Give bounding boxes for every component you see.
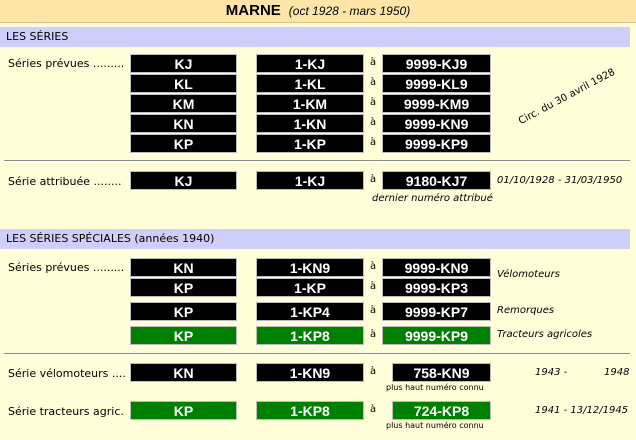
serie-attribuee-label: Série attribuée ........: [8, 175, 122, 188]
attribuee-dates: 01/10/1928 - 31/03/1950: [497, 175, 623, 186]
velomoteurs-note: Vélomoteurs: [497, 269, 560, 280]
title-dates: (oct 1928 - mars 1950): [288, 4, 411, 18]
a-label: à: [370, 404, 377, 415]
divider: [4, 160, 630, 162]
velo-date-end: 1948: [604, 367, 630, 378]
plate-serie: KP: [130, 134, 237, 153]
plate-serie: KL: [130, 74, 237, 93]
a-label: à: [370, 77, 377, 88]
series-prevues-label: Séries prévues .........: [8, 57, 125, 70]
a-label: à: [370, 57, 377, 68]
plate-serie: KP: [130, 401, 237, 420]
plate-to: 9999-KN9: [382, 258, 491, 277]
plate-from: 1-KP: [256, 134, 364, 153]
a-label: à: [370, 261, 377, 272]
divider: [4, 353, 630, 355]
plate-from: 1-KN9: [256, 363, 364, 382]
plate-serie: KM: [130, 94, 237, 113]
plate-serie: KN: [130, 258, 237, 277]
plate-serie: KP: [130, 326, 237, 345]
plate-serie: KP: [130, 278, 237, 297]
plate-to: 9999-KN9: [382, 114, 491, 133]
plate-to: 758-KN9: [392, 363, 491, 382]
plate-from: 1-KN: [256, 114, 364, 133]
series-prevues-label: Séries prévues .........: [8, 261, 125, 274]
circulaire-note: Circ. du 30 avril 1928: [516, 66, 618, 127]
tracteurs-note: Tracteurs agricoles: [497, 329, 593, 340]
page-title: MARNE (oct 1928 - mars 1950): [0, 2, 636, 19]
plate-serie: KJ: [130, 171, 237, 190]
plate-from: 1-KP4: [256, 302, 364, 321]
plate-from: 1-KL: [256, 74, 364, 93]
plate-serie: KN: [130, 114, 237, 133]
a-label: à: [370, 137, 377, 148]
plate-from: 1-KP8: [256, 401, 364, 420]
tract-plus-haut-note: plus haut numéro connu: [386, 421, 484, 430]
plate-to: 9999-KP3: [382, 278, 491, 297]
remorques-note: Remorques: [497, 305, 555, 316]
plate-to: 9999-KP7: [382, 302, 491, 321]
plate-to: 724-KP8: [392, 401, 491, 420]
serie-tracteurs-label: Série tracteurs agric.: [8, 405, 124, 418]
serie-velomoteurs-label: Série vélomoteurs ....: [8, 367, 126, 380]
a-label: à: [370, 281, 377, 292]
plate-to: 9999-KL9: [382, 74, 491, 93]
section-heading-speciales: LES SÉRIES SPÉCIALES (années 1940): [0, 229, 630, 249]
plate-serie: KJ: [130, 54, 237, 73]
a-label: à: [370, 366, 377, 377]
velo-date-start: 1943 -: [535, 367, 568, 378]
tract-dates: 1941 - 13/12/1945: [535, 405, 629, 416]
plate-to: 9999-KP9: [382, 134, 491, 153]
plate-to: 9999-KJ9: [382, 54, 491, 73]
plate-from: 1-KN9: [256, 258, 364, 277]
plate-to: 9180-KJ7: [382, 171, 491, 190]
plate-from: 1-KP: [256, 278, 364, 297]
title-text: MARNE: [225, 2, 281, 19]
velo-plus-haut-note: plus haut numéro connu: [386, 383, 484, 392]
plate-serie: KN: [130, 363, 237, 382]
plate-from: 1-KP8: [256, 326, 364, 345]
plate-to: 9999-KP9: [382, 326, 491, 345]
a-label: à: [370, 117, 377, 128]
plate-from: 1-KM: [256, 94, 364, 113]
a-label: à: [370, 305, 377, 316]
section-heading-series: LES SÉRIES: [0, 27, 630, 47]
a-label: à: [370, 97, 377, 108]
plate-serie: KP: [130, 302, 237, 321]
plate-to: 9999-KM9: [382, 94, 491, 113]
a-label: à: [370, 174, 377, 185]
a-label: à: [370, 329, 377, 340]
plate-from: 1-KJ: [256, 171, 364, 190]
dernier-numero-note: dernier numéro attribué: [372, 193, 493, 204]
plate-from: 1-KJ: [256, 54, 364, 73]
